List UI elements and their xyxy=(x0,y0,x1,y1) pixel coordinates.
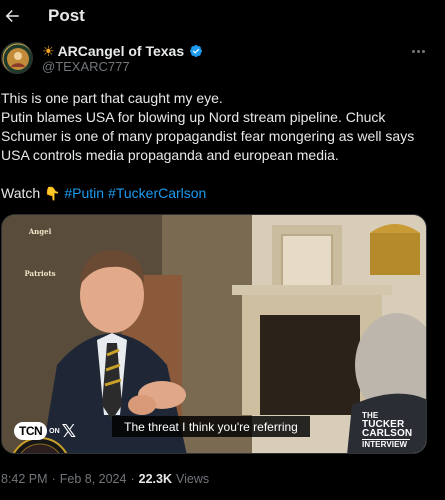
views-count: 22.3K xyxy=(138,472,172,486)
author-name[interactable]: ARCangel of Texas xyxy=(58,43,185,59)
meta-separator: · xyxy=(51,472,56,486)
more-options-icon[interactable] xyxy=(408,44,428,58)
pointing-down-icon: 👇 xyxy=(44,186,61,201)
tcn-logo: TCN ON 𝕏 xyxy=(14,420,76,442)
author-handle[interactable]: @TEXARC777 xyxy=(42,59,130,74)
tucker-carlson-interview-logo: THE TUCKER CARLSON INTERVIEW xyxy=(362,412,422,449)
tcn-on-label: ON xyxy=(49,427,60,435)
avatar[interactable] xyxy=(1,42,33,74)
interview-line-3: CARLSON xyxy=(362,428,413,439)
tcn-label: TCN xyxy=(14,422,48,440)
meta-separator: · xyxy=(130,472,135,486)
watch-line: Watch 👇 #Putin #TuckerCarlson xyxy=(1,184,441,203)
angel-badge-bottom-text: Patriots xyxy=(24,269,56,278)
watch-label: Watch xyxy=(1,185,41,201)
hashtag-tuckercarlson[interactable]: #TuckerCarlson xyxy=(108,184,206,203)
views-label: Views xyxy=(175,472,210,486)
tweet-line-2: Putin blames USA for blowing up Nord str… xyxy=(1,109,415,163)
angel-badge-top-text: Angel xyxy=(28,227,52,236)
page-title: Post xyxy=(48,6,85,25)
hashtag-putin[interactable]: #Putin xyxy=(64,184,104,203)
post-time[interactable]: 8:42 PM xyxy=(1,472,48,486)
verified-badge-icon xyxy=(190,45,203,57)
post-meta: 8:42 PM · Feb 8, 2024 · 22.3K Views xyxy=(1,472,209,486)
video-caption: The threat I think you're referring xyxy=(112,416,310,437)
sun-emoji-icon: ☀ xyxy=(42,43,55,59)
author-name-row[interactable]: ☀ ARCangel of Texas xyxy=(42,42,203,60)
x-logo-icon: 𝕏 xyxy=(61,420,77,441)
post-date[interactable]: Feb 8, 2024 xyxy=(60,472,127,486)
interview-line-4: INTERVIEW xyxy=(362,440,408,449)
tweet-text: This is one part that caught my eye. Put… xyxy=(1,89,441,203)
top-bar: Post xyxy=(0,0,445,34)
tweet-line-1: This is one part that caught my eye. xyxy=(1,90,223,106)
back-arrow-icon[interactable] xyxy=(2,6,22,26)
